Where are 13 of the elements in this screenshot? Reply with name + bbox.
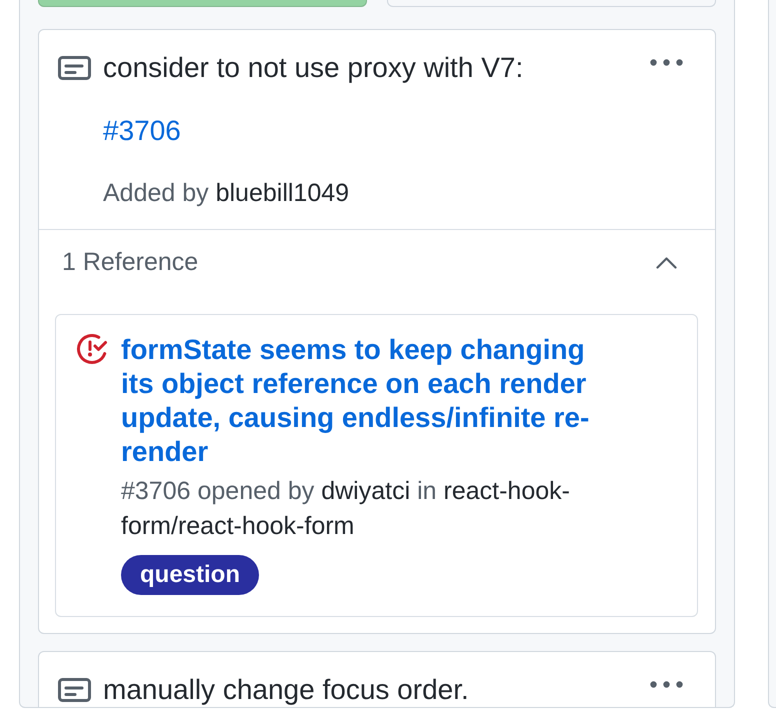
issue-meta-text: #3706 opened by dwiyatci in react-hook-form/react-hook-form	[121, 476, 571, 542]
note-text: consider to not use proxy with V7:	[103, 51, 524, 85]
ellipsis-icon	[650, 58, 682, 66]
issue-title-link[interactable]: formState seems to keep changing its object reference on each render update, causing endless/infinite re-render	[121, 333, 611, 469]
issue-label: question	[121, 555, 259, 595]
added-by-text: Added by bluebill1049	[103, 178, 350, 209]
issue-link[interactable]: #3706	[103, 111, 181, 151]
note-icon	[58, 678, 91, 702]
note-text: manually change focus order.	[103, 673, 469, 707]
issue-check-icon	[76, 333, 108, 365]
references-toggle[interactable]: 1 Reference	[39, 230, 715, 295]
ellipsis-icon	[650, 680, 682, 688]
note-icon	[58, 56, 91, 80]
